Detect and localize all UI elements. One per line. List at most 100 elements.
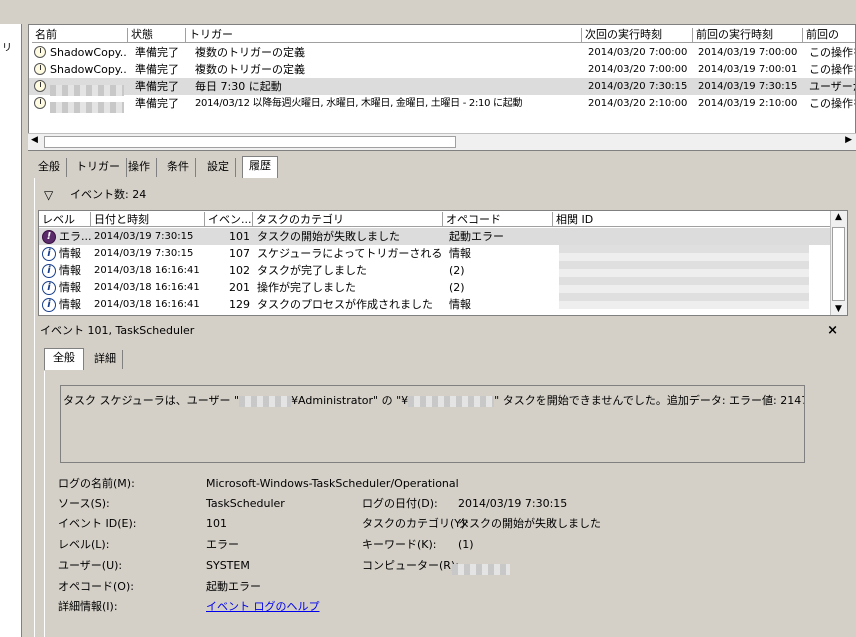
column-header-last-result[interactable]: 前回の: [803, 28, 855, 43]
clock-icon: [34, 80, 46, 92]
column-header-datetime[interactable]: 日付と時刻: [91, 212, 205, 227]
task-row[interactable]: ShadowCopy... 準備完了 複数のトリガーの定義 2014/03/20…: [29, 44, 855, 61]
tab-settings[interactable]: 設定: [201, 158, 236, 177]
column-header-next-run[interactable]: 次回の実行時刻: [582, 28, 693, 43]
event-level: 情報: [59, 247, 81, 260]
event-opcode: 起動エラー: [449, 230, 504, 243]
event-row[interactable]: i 情報 2014/03/18 16:16:41 201 操作が完了しました (…: [39, 279, 831, 296]
nav-partial-label: リ: [2, 43, 12, 54]
log-name-label: ログの名前(M):: [58, 477, 135, 490]
clock-icon: [34, 46, 46, 58]
task-row-selected[interactable]: 準備完了 毎日 7:30 に起動 2014/03/20 7:30:15 2014…: [29, 78, 855, 96]
opcode-label: オペコード(O):: [58, 580, 134, 593]
event-log-help-link[interactable]: イベント ログのヘルプ: [206, 599, 320, 615]
redacted-task-path: [408, 395, 495, 407]
task-trigger: 2014/03/12 以降毎週火曜日, 水曜日, 木曜日, 金曜日, 土曜日 -…: [195, 98, 523, 109]
event-category: 操作が完了しました: [257, 281, 356, 294]
column-header-correlation-id[interactable]: 相関 ID: [553, 212, 831, 227]
scrollbar-thumb[interactable]: [44, 136, 456, 148]
logged-value: 2014/03/19 7:30:15: [458, 497, 568, 510]
info-icon: i: [42, 264, 56, 278]
column-header-name[interactable]: 名前: [32, 28, 128, 43]
task-next-run: 2014/03/20 7:00:00: [588, 64, 688, 75]
message-text: タスク スケジューラは、ユーザー ": [63, 394, 240, 407]
event-category: タスクのプロセスが作成されました: [257, 298, 433, 311]
user-label: ユーザー(U):: [58, 559, 123, 572]
tab-triggers[interactable]: トリガー: [70, 158, 127, 177]
filter-icon[interactable]: ▽: [44, 182, 53, 208]
task-last-run: 2014/03/19 7:00:00: [698, 47, 798, 58]
tab-general[interactable]: 全般: [32, 158, 67, 177]
event-opcode: 情報: [449, 247, 471, 260]
task-name: ShadowCopy...: [50, 46, 126, 59]
task-last-run: 2014/03/19 7:00:01: [698, 64, 798, 75]
navigation-pane[interactable]: リ: [0, 24, 22, 637]
task-next-run: 2014/03/20 7:30:15: [588, 81, 688, 92]
task-status: 準備完了: [135, 63, 179, 76]
task-last-result: この操作を: [809, 63, 855, 76]
event-category: タスクが完了しました: [257, 264, 367, 277]
event-opcode: (2): [449, 264, 465, 277]
event-row-selected[interactable]: ! エラ... 2014/03/19 7:30:15 101 タスクの開始が失敗…: [39, 228, 831, 245]
task-status: 準備完了: [135, 97, 179, 110]
close-icon[interactable]: ×: [827, 321, 838, 341]
scroll-right-icon[interactable]: ▶: [845, 135, 852, 145]
task-last-result: この操作を: [809, 97, 855, 110]
task-row[interactable]: 準備完了 2014/03/12 以降毎週火曜日, 水曜日, 木曜日, 金曜日, …: [29, 95, 855, 113]
event-filter-bar: ▽ イベント数: 24: [36, 182, 850, 208]
tab-history[interactable]: 履歴: [242, 156, 278, 178]
event-datetime: 2014/03/18 16:16:41: [94, 282, 200, 293]
event-detail-title: イベント 101, TaskScheduler: [40, 324, 195, 337]
event-level: 情報: [59, 281, 81, 294]
event-level: エラ...: [59, 230, 92, 243]
column-header-trigger[interactable]: トリガー: [186, 28, 582, 43]
event-message[interactable]: タスク スケジューラは、ユーザー " ¥Administrator" の "¥ " …: [60, 385, 805, 463]
column-header-last-run[interactable]: 前回の実行時刻: [693, 28, 803, 43]
tab-event-details[interactable]: 詳細: [88, 350, 123, 369]
column-header-opcode[interactable]: オペコード: [443, 212, 553, 227]
redacted-computer-name: [452, 561, 510, 577]
event-datetime: 2014/03/19 7:30:15: [94, 248, 194, 259]
scrollbar-thumb[interactable]: [832, 227, 845, 301]
source-value: TaskScheduler: [206, 497, 285, 510]
task-last-result: ユーザーが: [809, 80, 855, 93]
task-status: 準備完了: [135, 46, 179, 59]
source-label: ソース(S):: [58, 497, 110, 510]
opcode-value: 起動エラー: [206, 580, 261, 593]
tab-event-general[interactable]: 全般: [44, 348, 84, 370]
task-last-run: 2014/03/19 7:30:15: [698, 81, 798, 92]
scroll-down-icon[interactable]: ▼: [835, 304, 842, 314]
event-row[interactable]: i 情報 2014/03/18 16:16:41 102 タスクが完了しました …: [39, 262, 831, 279]
info-icon: i: [42, 298, 56, 312]
task-category-value: タスクの開始が失敗しました: [458, 517, 601, 530]
event-id: 129: [229, 298, 250, 311]
clock-icon: [34, 97, 46, 109]
column-header-event-id[interactable]: イベン...: [205, 212, 253, 227]
keywords-value: (1): [458, 538, 474, 551]
tab-conditions[interactable]: 条件: [161, 158, 196, 177]
keywords-label: キーワード(K):: [362, 538, 437, 551]
more-info-label: 詳細情報(I):: [58, 600, 118, 613]
task-trigger: 複数のトリガーの定義: [195, 46, 305, 59]
column-header-category[interactable]: タスクのカテゴリ: [253, 212, 443, 227]
event-row[interactable]: i 情報 2014/03/18 16:16:41 129 タスクのプロセスが作成…: [39, 296, 831, 313]
event-list[interactable]: レベル 日付と時刻 イベン... タスクのカテゴリ オペコード 相関 ID ! …: [38, 210, 848, 316]
task-last-result: この操作を: [809, 46, 855, 59]
event-id: 107: [229, 247, 250, 260]
column-header-level[interactable]: レベル: [39, 212, 91, 227]
event-datetime: 2014/03/18 16:16:41: [94, 265, 200, 276]
level-label: レベル(L):: [58, 538, 110, 551]
tab-actions[interactable]: 操作: [122, 158, 157, 177]
horizontal-scrollbar[interactable]: ◀ ▶: [28, 133, 856, 150]
event-id-value: 101: [206, 517, 227, 530]
task-list[interactable]: 名前 状態 トリガー 次回の実行時刻 前回の実行時刻 前回の ShadowCop…: [28, 24, 856, 151]
event-level: 情報: [59, 264, 81, 277]
event-detail-header: イベント 101, TaskScheduler ×: [36, 321, 850, 341]
scroll-up-icon[interactable]: ▲: [835, 212, 842, 222]
event-category: スケジューラによってトリガーされるタスク: [257, 247, 443, 260]
vertical-scrollbar[interactable]: ▲ ▼: [830, 211, 847, 315]
event-row[interactable]: i 情報 2014/03/19 7:30:15 107 スケジューラによってトリ…: [39, 245, 831, 262]
scroll-left-icon[interactable]: ◀: [31, 135, 38, 145]
column-header-status[interactable]: 状態: [128, 28, 186, 43]
task-row[interactable]: ShadowCopy... 準備完了 複数のトリガーの定義 2014/03/20…: [29, 61, 855, 78]
